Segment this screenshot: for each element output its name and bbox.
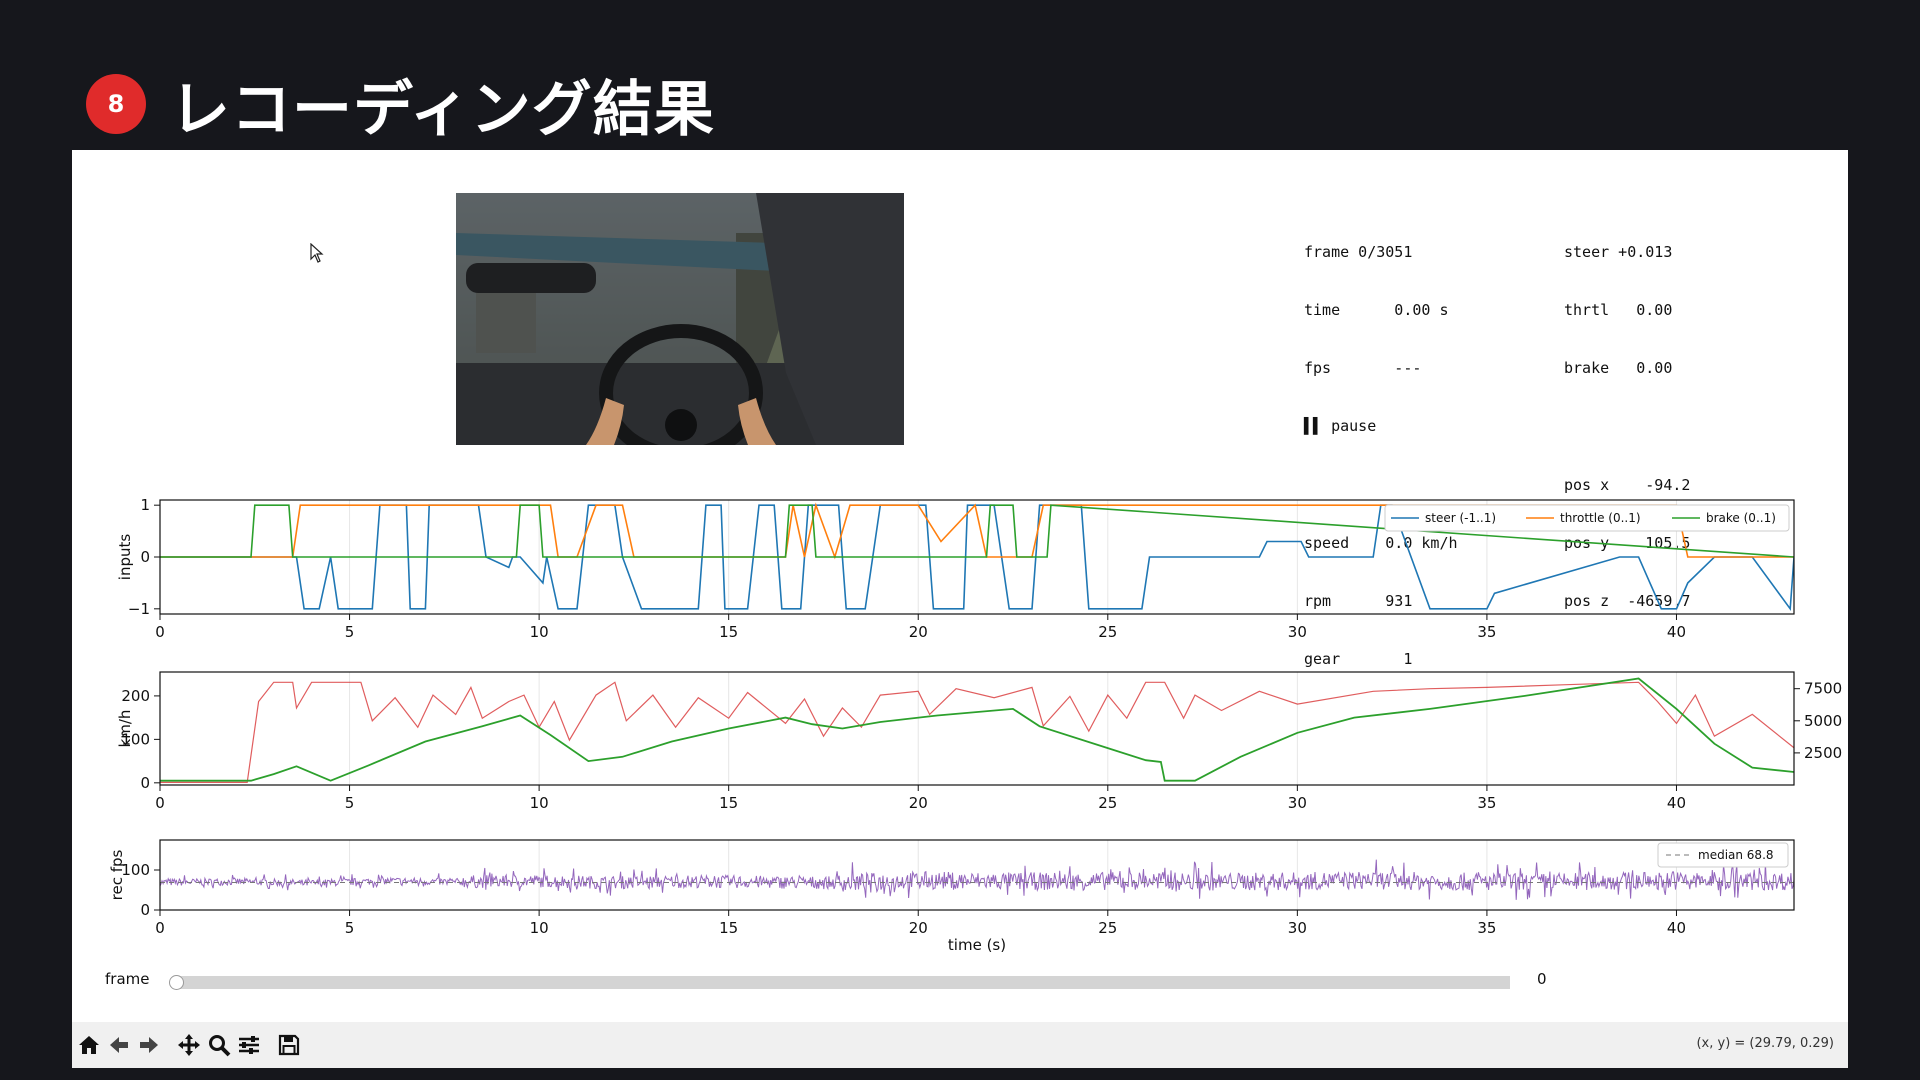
frame-slider-track[interactable] xyxy=(176,976,1510,989)
x-tick-label: 35 xyxy=(1477,623,1496,641)
x-tick-label: 10 xyxy=(530,919,549,937)
y-axis-label: km/h xyxy=(116,710,134,748)
y2-tick-label: 2500 xyxy=(1804,744,1842,762)
x-tick-label: 0 xyxy=(155,623,165,641)
x-tick-label: 30 xyxy=(1288,794,1307,812)
x-tick-label: 30 xyxy=(1288,919,1307,937)
frame-slider-value: 0 xyxy=(1537,970,1547,988)
x-tick-label: 25 xyxy=(1098,623,1117,641)
x-tick-label: 15 xyxy=(719,623,738,641)
telemetry-plots: 0 5 10 15 20 25 30 35 4010−1inputssteer (-1..1) t… xyxy=(108,496,1842,954)
series-group xyxy=(160,677,1794,783)
x-tick-label: 20 xyxy=(909,623,928,641)
rpm-line xyxy=(160,681,1794,783)
y-tick-label: 0 xyxy=(140,901,150,919)
x-tick-label: 25 xyxy=(1098,919,1117,937)
x-tick-label: 5 xyxy=(345,623,355,641)
x-tick-label: 35 xyxy=(1477,794,1496,812)
y-tick-label: 1 xyxy=(140,496,150,514)
x-tick-label: 30 xyxy=(1288,623,1307,641)
y-tick-label: 200 xyxy=(121,687,150,705)
save-icon[interactable] xyxy=(276,1033,302,1057)
x-tick-label: 40 xyxy=(1667,623,1686,641)
y2-tick-label: 7500 xyxy=(1804,680,1842,698)
pan-icon[interactable] xyxy=(176,1033,202,1057)
y-tick-label: −1 xyxy=(128,600,150,618)
legend-label: steer (-1..1) xyxy=(1425,511,1496,525)
plot-toolbar: (x, y) = (29.79, 0.29) xyxy=(72,1022,1848,1068)
x-axis-label: time (s) xyxy=(948,936,1006,954)
x-tick-label: 5 xyxy=(345,794,355,812)
forward-arrow-icon[interactable] xyxy=(136,1033,162,1057)
y-axis-label: rec fps xyxy=(108,849,126,900)
zoom-icon[interactable] xyxy=(206,1033,232,1057)
configure-subplots-icon[interactable] xyxy=(236,1033,262,1057)
x-tick-label: 10 xyxy=(530,623,549,641)
axes-frame xyxy=(159,671,1795,786)
slide-number-badge: 8 xyxy=(86,74,146,134)
y-tick-label: 0 xyxy=(140,548,150,566)
x-tick-label: 15 xyxy=(719,794,738,812)
series-group xyxy=(160,859,1794,900)
frame-slider-handle[interactable] xyxy=(169,975,184,990)
x-tick-label: 25 xyxy=(1098,794,1117,812)
legend-label: median 68.8 xyxy=(1698,848,1774,862)
x-tick-label: 5 xyxy=(345,919,355,937)
rec-fps-line xyxy=(160,859,1794,900)
y2-tick-label: 5000 xyxy=(1804,712,1842,730)
legend-label: brake (0..1) xyxy=(1706,511,1776,525)
x-tick-label: 40 xyxy=(1667,919,1686,937)
slide-header: 8 レコーディング結果 xyxy=(86,64,715,145)
x-tick-label: 20 xyxy=(909,794,928,812)
plot-window: frame 0/3051 time 0.00 s fps --- ▌▌ paus… xyxy=(72,150,1848,1068)
cursor-coordinates: (x, y) = (29.79, 0.29) xyxy=(1696,1036,1834,1051)
y-axis-label: inputs xyxy=(116,534,134,581)
x-tick-label: 40 xyxy=(1667,794,1686,812)
back-arrow-icon[interactable] xyxy=(106,1033,132,1057)
frame-slider-label: frame xyxy=(105,970,150,988)
x-tick-label: 10 xyxy=(530,794,549,812)
x-tick-label: 0 xyxy=(155,794,165,812)
x-tick-label: 35 xyxy=(1477,919,1496,937)
home-icon[interactable] xyxy=(76,1033,102,1057)
x-tick-label: 15 xyxy=(719,919,738,937)
slide-title: レコーディング結果 xyxy=(170,74,715,145)
legend-label: throttle (0..1) xyxy=(1560,511,1641,525)
x-tick-label: 20 xyxy=(909,919,928,937)
y-tick-label: 0 xyxy=(140,774,150,792)
x-tick-label: 0 xyxy=(155,919,165,937)
axes-frame xyxy=(159,839,1795,911)
